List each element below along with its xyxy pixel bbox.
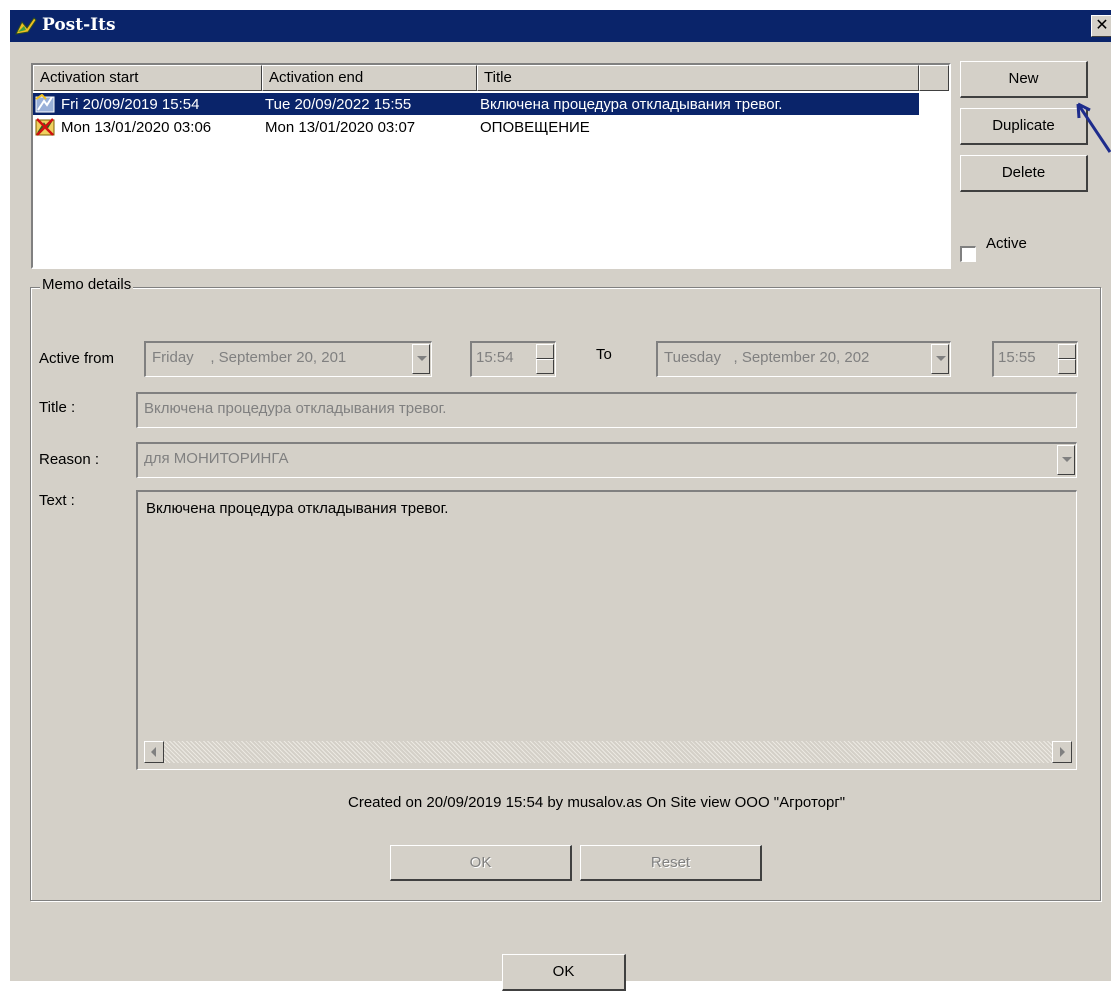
annotation-arrow-icon (1076, 102, 1111, 153)
reason-select[interactable]: для МОНИТОРИНГА (136, 442, 1077, 478)
column-title[interactable]: Title (477, 65, 919, 91)
text-memo[interactable]: Включена процедура откладывания тревог. (136, 490, 1077, 770)
spin-down-icon[interactable] (1058, 359, 1076, 374)
title-input[interactable]: Включена процедура откладывания тревог. (136, 392, 1077, 428)
cell-title: ОПОВЕЩЕНИЕ (480, 118, 590, 136)
scroll-right-icon[interactable] (1052, 741, 1072, 763)
column-filler (919, 65, 949, 91)
duplicate-button[interactable]: Duplicate (960, 108, 1088, 145)
cell-title: Включена процедура откладывания тревог. (480, 95, 783, 113)
chevron-down-icon[interactable] (412, 344, 430, 374)
active-to-date-value: Tuesday , September 20, 202 (664, 349, 870, 366)
active-from-time-field[interactable]: 15:54 (470, 341, 556, 377)
cell-activation-start: Mon 13/01/2020 03:06 (61, 118, 212, 136)
new-button[interactable]: New (960, 61, 1088, 98)
active-checkbox-label: Active (986, 235, 1027, 252)
created-info: Created on 20/09/2019 15:54 by musalov.a… (348, 794, 846, 811)
title-label: Title : (39, 399, 76, 416)
app-icon (15, 17, 37, 35)
spin-up-icon[interactable] (536, 344, 554, 359)
title-value: Включена процедура откладывания тревог. (144, 400, 447, 417)
ok-button[interactable]: OK (502, 954, 626, 991)
close-button[interactable]: ✕ (1091, 15, 1111, 37)
chevron-down-icon[interactable] (931, 344, 949, 374)
column-activation-start[interactable]: Activation start (33, 65, 262, 91)
horizontal-scrollbar[interactable] (144, 741, 1072, 763)
postit-list[interactable]: Activation start Activation end Title Fr… (31, 63, 951, 269)
active-checkbox[interactable] (960, 246, 976, 262)
active-to-time-value: 15:55 (998, 349, 1036, 366)
list-header: Activation start Activation end Title (33, 65, 949, 91)
post-its-window: Post-Its ✕ Activation start Activation e… (10, 10, 1111, 991)
to-label: To (596, 346, 612, 363)
postit-active-icon (35, 94, 55, 113)
table-row[interactable]: Mon 13/01/2020 03:06 Mon 13/01/2020 03:0… (33, 116, 919, 138)
close-icon: ✕ (1095, 17, 1109, 34)
active-from-date-value: Friday , September 20, 201 (152, 349, 347, 366)
window-title: Post-Its (42, 15, 116, 35)
active-to-date-picker[interactable]: Tuesday , September 20, 202 (656, 341, 951, 377)
memo-text-value: Включена процедура откладывания тревог. (146, 500, 449, 517)
table-row[interactable]: Fri 20/09/2019 15:54 Tue 20/09/2022 15:5… (33, 93, 919, 115)
scroll-left-icon[interactable] (144, 741, 164, 763)
cell-activation-end: Tue 20/09/2022 15:55 (265, 95, 412, 113)
cell-activation-end: Mon 13/01/2020 03:07 (265, 118, 416, 136)
active-to-time-field[interactable]: 15:55 (992, 341, 1078, 377)
memo-details-legend: Memo details (40, 276, 134, 293)
reset-button[interactable]: Reset (580, 845, 762, 881)
text-label: Text : (39, 492, 75, 509)
postit-expired-icon (35, 118, 55, 136)
reason-value: для МОНИТОРИНГА (144, 450, 289, 467)
spin-up-icon[interactable] (1058, 344, 1076, 359)
active-from-date-picker[interactable]: Friday , September 20, 201 (144, 341, 432, 377)
active-from-label: Active from (39, 350, 115, 367)
title-bar[interactable]: Post-Its ✕ (10, 10, 1111, 42)
delete-button[interactable]: Delete (960, 155, 1088, 192)
cell-activation-start: Fri 20/09/2019 15:54 (61, 95, 200, 113)
memo-ok-button[interactable]: OK (390, 845, 572, 881)
spin-down-icon[interactable] (536, 359, 554, 374)
chevron-down-icon[interactable] (1057, 445, 1075, 475)
reason-label: Reason : (39, 451, 100, 468)
active-from-time-value: 15:54 (476, 349, 514, 366)
column-activation-end[interactable]: Activation end (262, 65, 477, 91)
